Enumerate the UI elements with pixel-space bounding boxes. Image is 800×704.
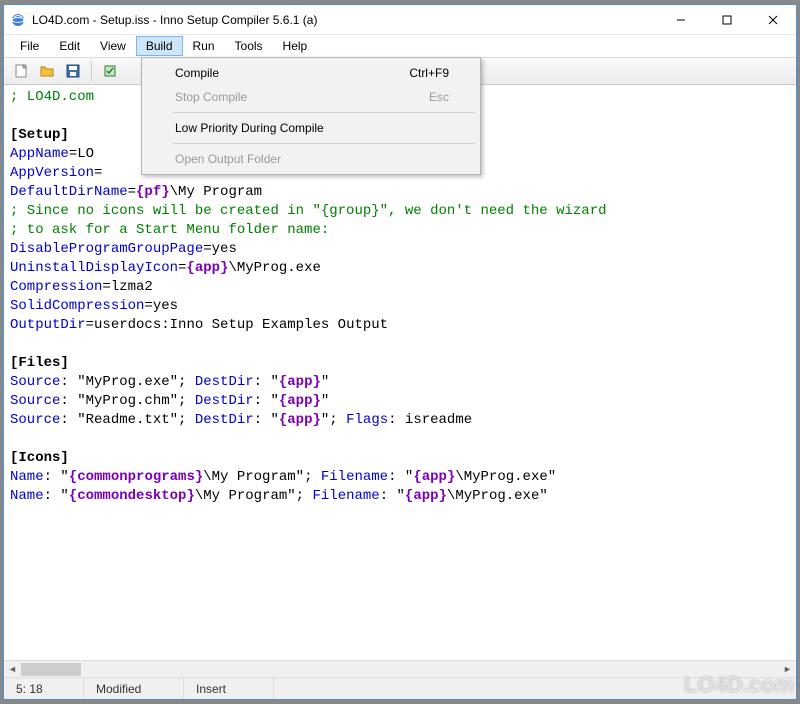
menu-separator — [173, 143, 475, 144]
open-file-button[interactable] — [36, 60, 58, 82]
scroll-track[interactable] — [21, 661, 779, 678]
menu-item-low-priority-during-compile[interactable]: Low Priority During Compile — [145, 116, 477, 140]
statusbar: 5: 18 Modified Insert — [4, 677, 796, 699]
window-controls — [658, 5, 796, 34]
code-line — [10, 430, 790, 449]
menu-help[interactable]: Help — [273, 36, 318, 56]
code-line: [Icons] — [10, 449, 790, 468]
code-line: [Files] — [10, 354, 790, 373]
status-modified: Modified — [84, 678, 184, 699]
build-menu-dropdown: CompileCtrl+F9Stop CompileEsc Low Priorit… — [141, 57, 481, 175]
save-button[interactable] — [62, 60, 84, 82]
menu-build[interactable]: Build — [136, 36, 183, 56]
titlebar: LO4D.com - Setup.iss - Inno Setup Compil… — [4, 5, 796, 35]
code-line: ; Since no icons will be created in "{gr… — [10, 202, 790, 221]
menu-tools[interactable]: Tools — [225, 36, 273, 56]
code-line: Name: "{commondesktop}\My Program"; File… — [10, 487, 790, 506]
toolbar-separator — [91, 61, 92, 81]
window-title: LO4D.com - Setup.iss - Inno Setup Compil… — [32, 13, 658, 27]
compile-button[interactable] — [99, 60, 121, 82]
code-line: SolidCompression=yes — [10, 297, 790, 316]
code-line: Source: "MyProg.chm"; DestDir: "{app}" — [10, 392, 790, 411]
scroll-right-arrow[interactable]: ► — [779, 661, 796, 678]
maximize-button[interactable] — [704, 5, 750, 34]
code-line: OutputDir=userdocs:Inno Setup Examples O… — [10, 316, 790, 335]
code-line: DisableProgramGroupPage=yes — [10, 240, 790, 259]
status-insert-mode: Insert — [184, 678, 274, 699]
code-line: Source: "Readme.txt"; DestDir: "{app}"; … — [10, 411, 790, 430]
code-line: Source: "MyProg.exe"; DestDir: "{app}" — [10, 373, 790, 392]
code-line: ; to ask for a Start Menu folder name: — [10, 221, 790, 240]
app-window: LO4D.com - Setup.iss - Inno Setup Compil… — [3, 4, 797, 700]
menu-item-open-output-folder: Open Output Folder — [145, 147, 477, 171]
code-line: Name: "{commonprograms}\My Program"; Fil… — [10, 468, 790, 487]
new-file-button[interactable] — [10, 60, 32, 82]
menu-view[interactable]: View — [90, 36, 136, 56]
scroll-left-arrow[interactable]: ◄ — [4, 661, 21, 678]
minimize-button[interactable] — [658, 5, 704, 34]
horizontal-scrollbar[interactable]: ◄ ► — [4, 660, 796, 677]
menu-edit[interactable]: Edit — [49, 36, 90, 56]
menu-item-stop-compile: Stop CompileEsc — [145, 85, 477, 109]
code-line — [10, 335, 790, 354]
menu-separator — [173, 112, 475, 113]
app-icon — [10, 12, 26, 28]
scroll-thumb[interactable] — [21, 663, 81, 676]
code-line: Compression=lzma2 — [10, 278, 790, 297]
code-line: DefaultDirName={pf}\My Program — [10, 183, 790, 202]
menubar: FileEditViewBuildRunToolsHelp — [4, 35, 796, 57]
menu-file[interactable]: File — [10, 36, 49, 56]
status-cursor-pos: 5: 18 — [4, 678, 84, 699]
code-line: UninstallDisplayIcon={app}\MyProg.exe — [10, 259, 790, 278]
menu-run[interactable]: Run — [183, 36, 225, 56]
menu-item-compile[interactable]: CompileCtrl+F9 — [145, 61, 477, 85]
close-button[interactable] — [750, 5, 796, 34]
